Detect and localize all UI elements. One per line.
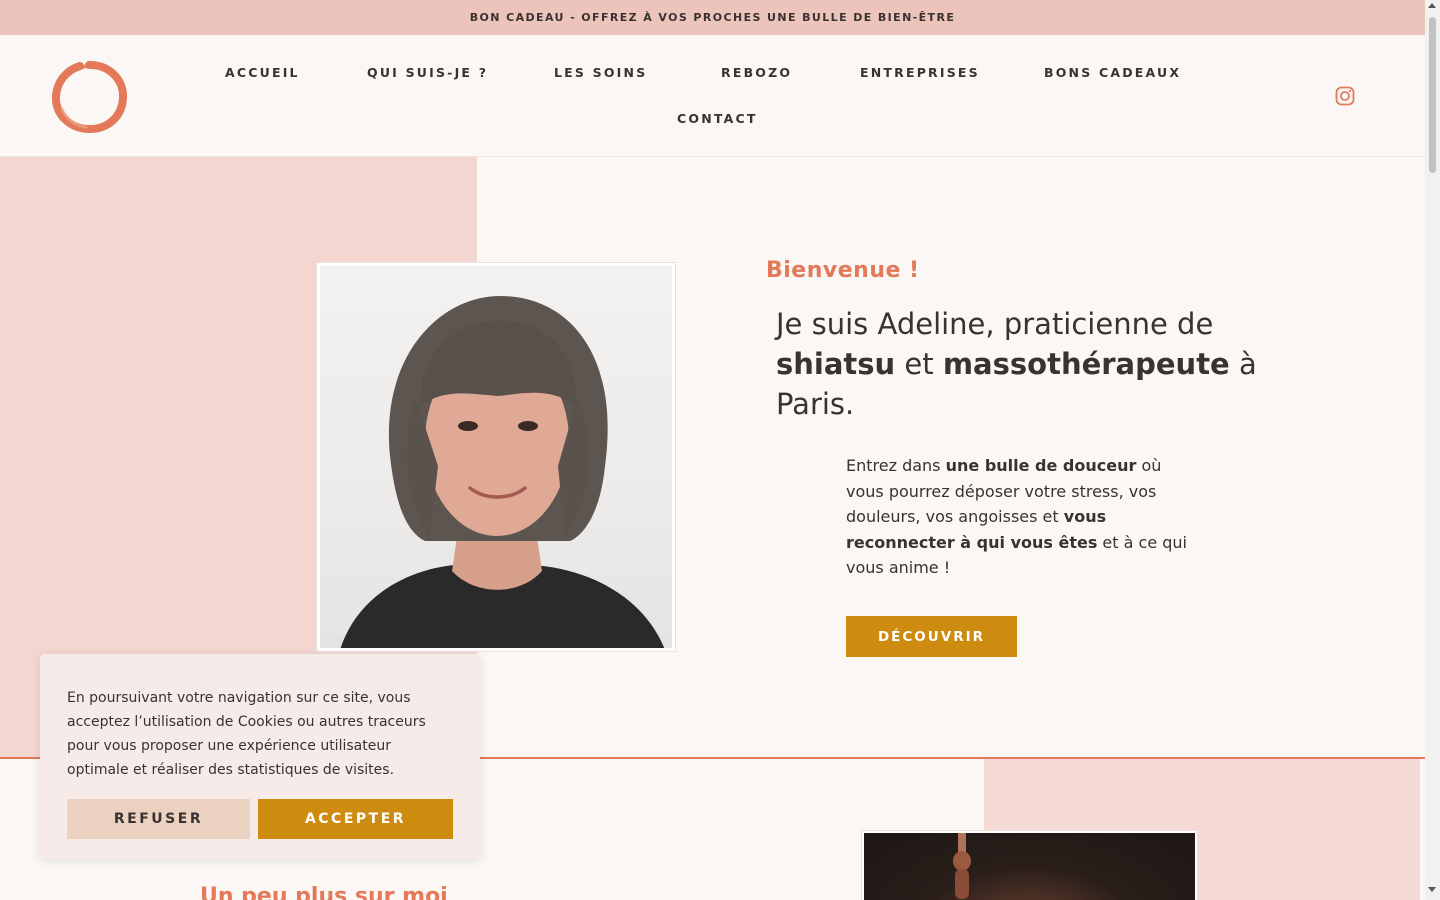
- nav-entreprises[interactable]: ENTREPRISES: [860, 65, 980, 80]
- cookie-banner: En poursuivant votre navigation sur ce s…: [40, 654, 480, 859]
- scrollbar[interactable]: [1425, 0, 1440, 900]
- portrait-illustration: [340, 296, 665, 648]
- instagram-icon[interactable]: [1335, 86, 1355, 106]
- refuse-cookies-button[interactable]: REFUSER: [67, 799, 250, 839]
- intro-strong-shiatsu: shiatsu: [776, 347, 896, 381]
- nav-contact[interactable]: CONTACT: [677, 111, 758, 126]
- gift-card-banner[interactable]: BON CADEAU - OFFREZ À VOS PROCHES UNE BU…: [0, 0, 1425, 35]
- accept-cookies-button[interactable]: ACCEPTER: [258, 799, 453, 839]
- scrollbar-thumb[interactable]: [1429, 17, 1436, 173]
- portrait-photo: [316, 262, 676, 652]
- nav-qui-suis-je[interactable]: QUI SUIS-JE ?: [367, 65, 488, 80]
- scroll-up-arrow-icon[interactable]: [1428, 3, 1436, 8]
- gift-card-banner-text[interactable]: BON CADEAU - OFFREZ À VOS PROCHES UNE BU…: [470, 11, 956, 24]
- nav-rebozo[interactable]: REBOZO: [721, 65, 792, 80]
- intro-heading: Je suis Adeline, praticienne de shiatsu …: [776, 304, 1276, 424]
- intro-part1: Je suis Adeline, praticienne de: [776, 307, 1214, 341]
- nav-accueil[interactable]: ACCUEIL: [225, 65, 300, 80]
- hero-description: Entrez dans une bulle de douceur où vous…: [846, 453, 1201, 581]
- welcome-heading: Bienvenue !: [766, 258, 920, 283]
- portrait-image: [320, 266, 672, 648]
- scroll-down-arrow-icon[interactable]: [1428, 887, 1436, 892]
- site-header: ACCUEIL QUI SUIS-JE ? LES SOINS REBOZO E…: [0, 35, 1425, 157]
- section2-image: [864, 833, 1195, 900]
- pestle-illustration: [953, 833, 971, 899]
- brush-circle-icon[interactable]: [50, 59, 128, 135]
- page: BON CADEAU - OFFREZ À VOS PROCHES UNE BU…: [0, 0, 1425, 900]
- nav-bons-cadeaux[interactable]: BONS CADEAUX: [1044, 65, 1181, 80]
- cookie-text: En poursuivant votre navigation sur ce s…: [67, 690, 426, 778]
- intro-part2: et: [895, 347, 943, 381]
- about-me-heading: Un peu plus sur moi: [200, 884, 448, 900]
- nav-les-soins[interactable]: LES SOINS: [554, 65, 647, 80]
- section2-photo: [861, 830, 1198, 900]
- discover-button[interactable]: DÉCOUVRIR: [846, 616, 1017, 657]
- intro-strong-massotherapeute: massothérapeute: [942, 347, 1230, 381]
- desc-part1: Entrez dans: [846, 456, 946, 475]
- desc-strong1: une bulle de douceur: [945, 456, 1137, 475]
